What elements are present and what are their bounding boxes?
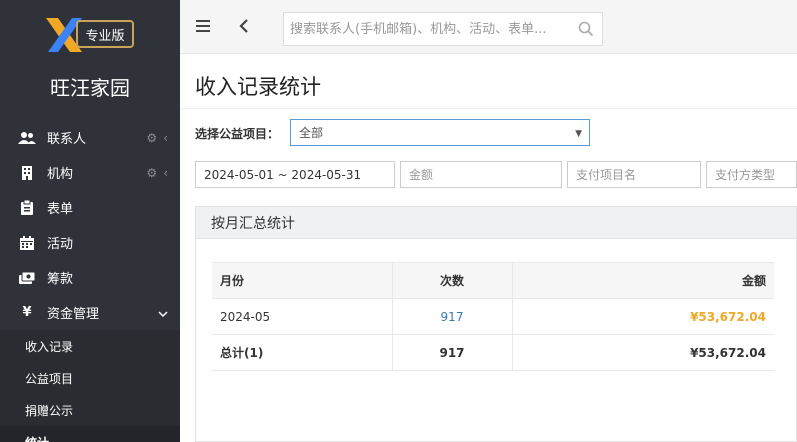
sidebar-item-label: 活动 [47, 237, 74, 252]
cell-month: 2024-05 [212, 298, 393, 335]
column-header-count[interactable]: 次数 [392, 262, 513, 299]
project-select[interactable]: 全部 ▼ [290, 119, 590, 146]
cell-total-count: 917 [392, 334, 513, 371]
clipboard-icon [17, 200, 37, 216]
monthly-summary-panel: 按月汇总统计 月份 次数 金额 2024-05 917 ¥53,672.04 总… [195, 206, 797, 442]
stats-table: 月份 次数 金额 2024-05 917 ¥53,672.04 总计(1) 91… [212, 262, 774, 371]
amount-input[interactable]: 金额 [400, 161, 562, 188]
gear-icon[interactable]: ⚙ [146, 131, 157, 145]
chevron-left-icon: ‹ [163, 130, 168, 145]
table-header-row: 月份 次数 金额 [212, 262, 774, 299]
project-select-value: 全部 [299, 126, 324, 140]
divider [180, 108, 797, 109]
caret-down-icon: ▼ [575, 129, 582, 139]
date-range-input[interactable]: 2024-05-01 ~ 2024-05-31 [195, 161, 395, 188]
chevron-down-icon [158, 306, 168, 320]
column-header-amount[interactable]: 金额 [512, 262, 774, 299]
logo-area: 专业版 旺汪家园 [0, 0, 180, 120]
count-link[interactable]: 917 [441, 310, 464, 324]
search-icon[interactable] [578, 21, 594, 37]
sidebar-subitem-income-records[interactable]: 收入记录 [0, 330, 180, 362]
sidebar-nav: 联系人 ⚙ ‹ 机构 ⚙ ‹ 表单 活动 筹款 ¥ 资金管理 收入记录 公益项目… [0, 120, 180, 442]
sidebar-item-label: 资金管理 [47, 307, 100, 322]
gear-icon[interactable]: ⚙ [146, 166, 157, 180]
edition-badge: 专业版 [76, 20, 134, 48]
hamburger-menu-icon[interactable] [194, 17, 212, 35]
sidebar-item-label: 表单 [47, 202, 74, 217]
sidebar-item-forms[interactable]: 表单 [0, 190, 180, 225]
sidebar-item-label: 筹款 [47, 272, 74, 287]
table-row: 2024-05 917 ¥53,672.04 [212, 298, 774, 335]
sidebar-item-label: 机构 [47, 167, 74, 182]
calendar-icon [17, 235, 37, 251]
building-icon [17, 165, 37, 181]
table-total-row: 总计(1) 917 ¥53,672.04 [212, 334, 774, 371]
cell-total-label: 总计(1) [212, 334, 393, 371]
sidebar: 专业版 旺汪家园 联系人 ⚙ ‹ 机构 ⚙ ‹ 表单 活动 筹款 ¥ 资金管理 … [0, 0, 180, 442]
yen-icon: ¥ [22, 305, 32, 320]
project-select-label: 选择公益项目： [195, 127, 280, 141]
sidebar-subitem-donation-disclosure[interactable]: 捐赠公示 [0, 394, 180, 426]
chevron-left-icon: ‹ [163, 165, 168, 180]
column-header-month[interactable]: 月份 [212, 262, 393, 299]
topbar [180, 0, 797, 54]
funds-submenu: 收入记录 公益项目 捐赠公示 统计 [0, 330, 180, 442]
back-icon[interactable] [235, 14, 253, 38]
project-name-input[interactable]: 支付项目名 [567, 161, 701, 188]
sidebar-item-events[interactable]: 活动 [0, 225, 180, 260]
sidebar-subitem-statistics[interactable]: 统计 [0, 426, 180, 442]
sidebar-item-organizations[interactable]: 机构 ⚙ ‹ [0, 155, 180, 190]
sidebar-item-funds[interactable]: ¥ 资金管理 [0, 295, 180, 330]
sidebar-item-label: 联系人 [47, 132, 87, 147]
main-content: 收入记录统计 选择公益项目： 全部 ▼ 2024-05-01 ~ 2024-05… [180, 55, 797, 442]
search-box [283, 12, 603, 46]
sidebar-item-contacts[interactable]: 联系人 ⚙ ‹ [0, 120, 180, 155]
money-icon [17, 270, 37, 286]
cell-total-amount: ¥53,672.04 [512, 334, 774, 371]
panel-title: 按月汇总统计 [196, 207, 796, 239]
sidebar-item-fundraising[interactable]: 筹款 [0, 260, 180, 295]
search-input[interactable] [284, 13, 569, 45]
brand-name: 旺汪家园 [50, 76, 130, 100]
page-title: 收入记录统计 [195, 75, 321, 99]
pay-type-input[interactable]: 支付方类型 [706, 161, 797, 188]
sidebar-subitem-charity-projects[interactable]: 公益项目 [0, 362, 180, 394]
cell-amount: ¥53,672.04 [512, 298, 774, 335]
users-icon [17, 130, 37, 146]
